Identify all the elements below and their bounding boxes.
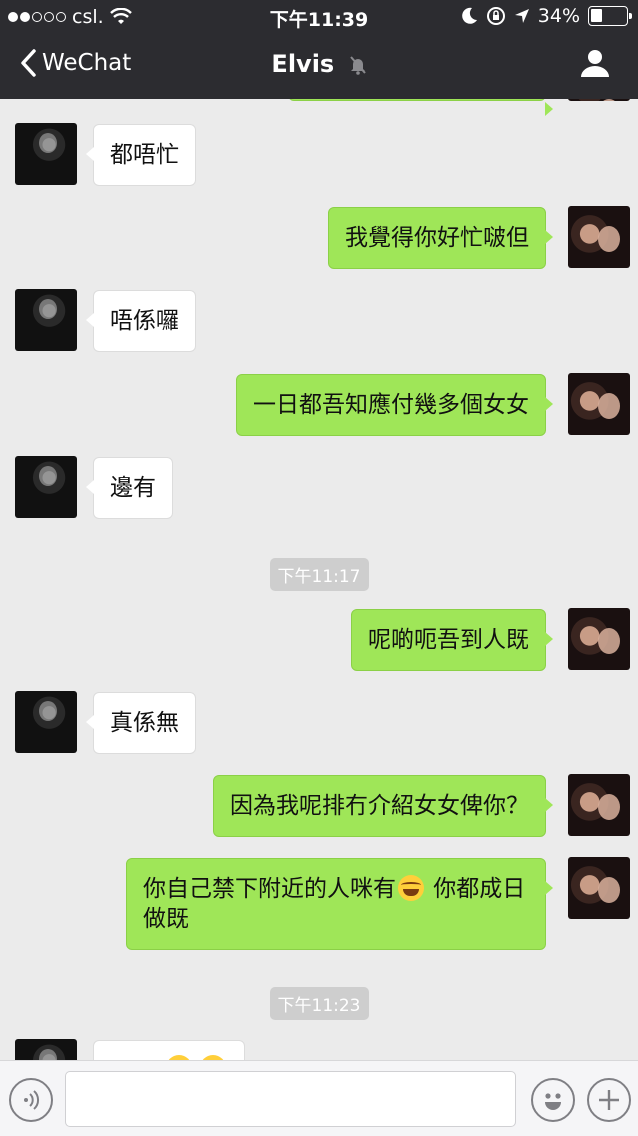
message-bubble-partial[interactable] [288, 99, 553, 116]
my-avatar[interactable] [568, 608, 630, 670]
chat-area[interactable]: 都唔忙 我覺得你好忙啵但 唔係囉 一日都吾知應付幾多個女女 邊有 下午11:17… [0, 99, 638, 1060]
contact-info-button[interactable] [580, 48, 610, 82]
contact-avatar[interactable] [15, 1039, 77, 1060]
muted-bell-icon [349, 56, 366, 75]
tears-of-joy-emoji-icon [398, 875, 424, 901]
timestamp-label: 下午11:23 [269, 987, 369, 1020]
message-bubble[interactable]: 唔係囉 [86, 290, 196, 352]
chat-title: Elvis [0, 50, 638, 78]
navigation-bar: WeChat Elvis [0, 34, 638, 99]
message-bubble[interactable]: 真係無 [86, 692, 196, 754]
contact-avatar[interactable] [15, 456, 77, 518]
rotation-lock-icon [486, 7, 505, 25]
status-right: 34% [461, 5, 632, 27]
voice-icon [24, 1090, 40, 1110]
person-icon [581, 50, 609, 77]
my-avatar[interactable] [568, 373, 630, 435]
contact-avatar[interactable] [15, 123, 77, 185]
voice-button[interactable] [9, 1078, 53, 1122]
plus-icon [599, 1090, 619, 1110]
message-bubble[interactable]: 一日都吾知應付幾多個女女 [236, 374, 553, 436]
more-button[interactable] [587, 1078, 631, 1122]
input-bar [0, 1060, 638, 1136]
moon-icon [461, 7, 477, 24]
message-input[interactable] [65, 1071, 516, 1127]
contact-avatar[interactable] [15, 691, 77, 753]
timestamp: 下午11:17 [0, 558, 638, 591]
message-bubble-partial[interactable] [93, 1040, 245, 1060]
timestamp-label: 下午11:17 [269, 558, 369, 591]
battery-percent: 34% [537, 5, 580, 27]
smiley-icon [545, 1093, 561, 1110]
contact-avatar[interactable] [15, 289, 77, 351]
message-bubble[interactable]: 都唔忙 [86, 124, 196, 186]
message-bubble[interactable]: 你自己禁下附近的人咪有 你都成日做既 [126, 858, 553, 950]
message-bubble[interactable]: 邊有 [86, 457, 173, 519]
message-text: 你自己禁下附近的人咪有 [143, 876, 396, 902]
battery-icon [588, 6, 632, 26]
location-arrow-icon [514, 9, 529, 23]
emoji-button[interactable] [531, 1078, 575, 1122]
message-bubble[interactable]: 呢啲呃吾到人既 [351, 609, 553, 671]
timestamp: 下午11:23 [0, 987, 638, 1020]
header: csl. 下午11:39 34% WeChat Elvis [0, 0, 638, 99]
my-avatar[interactable] [568, 99, 630, 101]
message-bubble[interactable]: 因為我呢排冇介紹女女俾你？ [213, 775, 553, 837]
status-bar: csl. 下午11:39 34% [0, 0, 638, 34]
my-avatar[interactable] [568, 857, 630, 919]
my-avatar[interactable] [568, 206, 630, 268]
message-bubble[interactable]: 我覺得你好忙啵但 [328, 207, 553, 269]
contact-name: Elvis [271, 50, 335, 78]
my-avatar[interactable] [568, 774, 630, 836]
